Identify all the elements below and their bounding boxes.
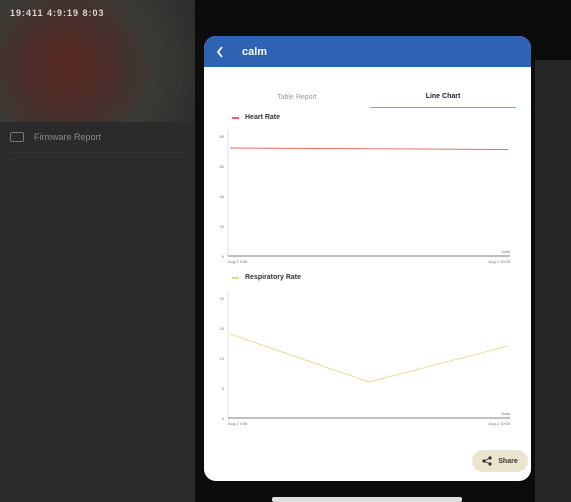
heart-rate-y-tick-label: 40 [220,194,225,199]
respiratory-rate-x-axis-label: Date [502,411,511,416]
heart-rate-x-tick-label: Aug 2 9:56 [228,259,248,264]
respiratory-rate-x-tick-label: Aug 2 10:05 [488,421,510,426]
tab-bar: Table Report Line Chart [224,86,516,108]
screen: 19:411 4:9:19 8:03 Firmware Report calm … [0,0,571,502]
respiratory-rate-y-tick-label: 10 [220,356,225,361]
share-button[interactable]: Share [472,450,528,472]
respiratory-rate-x-tick-label: Aug 2 9:56 [228,421,248,426]
heart-rate-x-axis-label: Date [502,249,511,254]
heart-rate-y-tick-label: 0 [222,254,225,259]
heart-rate-series-line [229,147,509,150]
heart-rate-y-tick-label: 60 [220,164,225,169]
modal-title: calm [242,45,268,58]
background-list-item-label: Firmware Report [34,132,102,142]
respiratory-rate-chart-svg: 0 5 10 15 20 Aug 2 9:56 Aug 2 10:05 Date [220,292,511,426]
modal-header: calm [204,36,531,67]
respiratory-rate-y-tick-label: 20 [220,296,225,301]
heart-rate-y-tick-label: 80 [220,134,225,139]
heart-rate-chart: Heart Rate 0 20 40 60 80 Aug 2 9:56 Aug 2 10:0… [204,110,531,270]
respiratory-rate-y-tick-label: 5 [222,386,225,391]
chart-modal: calm Table Report Line Chart Heart Rate … [204,36,531,481]
heart-rate-chart-svg: 0 20 40 60 80 Aug 2 9:56 Aug 2 10:05 Date [220,130,511,264]
background-header-image [0,0,195,122]
share-icon [482,456,492,466]
document-icon [10,132,24,142]
tab-line-chart[interactable]: Line Chart [370,86,516,108]
tab-table-report[interactable]: Table Report [224,86,370,108]
status-bar: 19:411 4:9:19 8:03 [10,8,105,18]
share-button-label: Share [498,457,518,465]
background-right-panel [535,60,571,502]
respiratory-rate-y-tick-label: 0 [222,416,225,421]
heart-rate-x-tick-label: Aug 2 10:05 [488,259,510,264]
back-chevron-icon[interactable] [216,45,226,58]
respiratory-rate-chart: Respiratory Rate 0 5 10 15 20 Aug 2 9:56 Aug 2… [204,272,531,432]
heart-rate-y-tick-label: 20 [220,224,225,229]
respiratory-rate-y-tick-label: 15 [220,326,225,331]
respiratory-rate-series-line [229,333,509,383]
background-divider [10,152,185,153]
home-indicator [272,497,462,502]
background-sidebar [0,122,195,502]
background-list-item[interactable]: Firmware Report [10,130,185,144]
